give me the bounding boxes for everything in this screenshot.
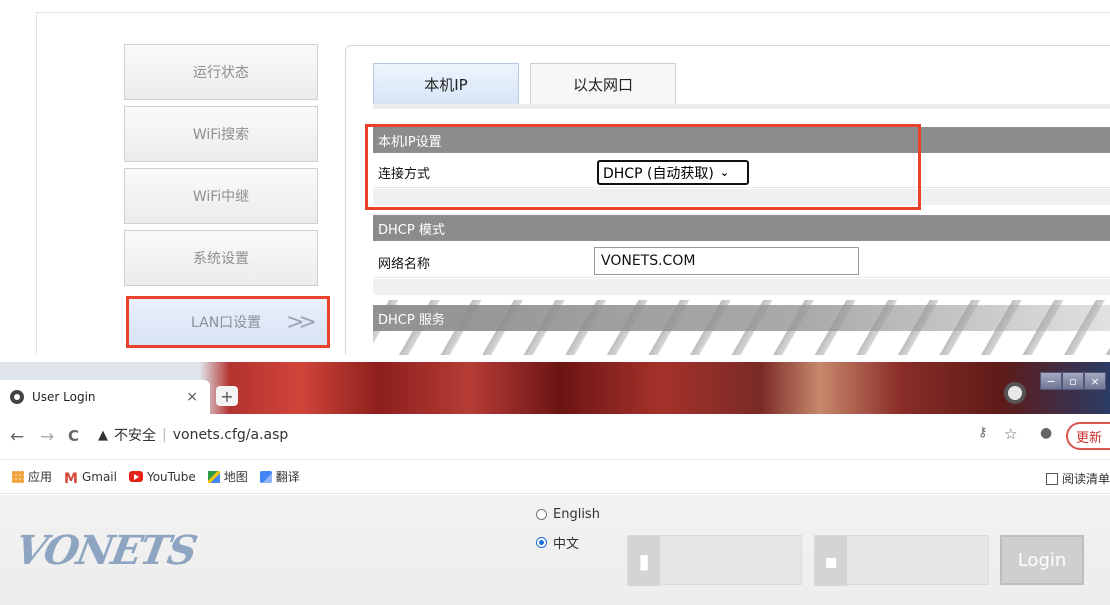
sidebar-item-label: WiFi中继 — [192, 189, 250, 205]
sidebar-item-lan-settings[interactable]: LAN口设置 >> — [126, 296, 330, 348]
new-tab-button[interactable]: + — [216, 386, 238, 406]
bookmark-maps[interactable]: 地图 — [207, 468, 248, 485]
apps-icon — [12, 470, 24, 483]
sidebar-item-system-settings[interactable]: 系统设置 — [124, 230, 318, 286]
input-value: VONETS.COM — [601, 253, 696, 269]
bookmark-apps[interactable]: 应用 — [12, 468, 52, 485]
section-header-dhcp-service: DHCP 服务 — [373, 305, 1110, 331]
login-button[interactable]: Login — [1000, 535, 1084, 585]
bookmark-label: YouTube — [146, 469, 196, 484]
minimize-button[interactable]: − — [1040, 372, 1062, 390]
bookmark-label: 地图 — [223, 470, 248, 484]
forward-button[interactable]: → — [40, 427, 54, 447]
login-page: VONETS English 中文 ▮ ▪ Login — [0, 495, 1110, 605]
window-controls: − ▫ × — [1040, 372, 1106, 390]
select-value: DHCP (自动获取) — [603, 165, 714, 182]
bookmark-gmail[interactable]: M Gmail — [64, 469, 117, 487]
row-spacer — [373, 189, 1110, 205]
update-button[interactable]: 更新 — [1066, 422, 1110, 450]
bookmark-translate[interactable]: 翻译 — [259, 468, 300, 485]
maps-icon — [207, 470, 220, 483]
browser-tab-user-login[interactable]: User Login × — [0, 380, 210, 414]
radio-checked-icon[interactable] — [536, 537, 547, 548]
reload-button[interactable]: C — [68, 427, 79, 445]
bookmarks-bar: 应用 M Gmail YouTube 地图 翻译 阅读清单 — [0, 460, 1110, 494]
bookmark-label: Gmail — [81, 469, 117, 484]
password-field[interactable]: ▪ — [814, 535, 989, 586]
reading-list-label: 阅读清单 — [1061, 472, 1110, 486]
youtube-icon — [128, 471, 143, 482]
tab-strip: User Login × + − ▫ × — [0, 362, 1110, 414]
maximize-button[interactable]: ▫ — [1062, 372, 1084, 390]
sidebar-item-label: WiFi搜索 — [192, 127, 250, 143]
url-text: vonets.cfg/a.asp — [172, 427, 289, 443]
close-window-button[interactable]: × — [1084, 372, 1106, 390]
sidebar-item-label: 系统设置 — [193, 251, 249, 267]
language-option-english[interactable]: English — [536, 507, 600, 522]
row-spacer — [373, 279, 1110, 295]
section-header-local-ip: 本机IP设置 — [373, 127, 1110, 153]
bookmark-label: 应用 — [28, 470, 53, 484]
section-header-dhcp-mode: DHCP 模式 — [373, 215, 1110, 241]
close-icon[interactable]: × — [186, 389, 198, 405]
browser-tab-title: User Login — [32, 390, 96, 404]
gmail-icon: M — [64, 470, 78, 487]
back-button[interactable]: ← — [10, 427, 24, 447]
bookmark-star-icon[interactable]: ☆ — [1004, 425, 1017, 443]
router-admin-panel: 运行状态 WiFi搜索 WiFi中继 系统设置 LAN口设置 >> 本机IP 以… — [0, 0, 1110, 355]
connection-mode-label: 连接方式 — [378, 167, 431, 182]
sidebar-item-wifi-search[interactable]: WiFi搜索 — [124, 106, 318, 162]
update-label: 更新 — [1076, 430, 1103, 446]
sidebar-item-label: 运行状态 — [193, 65, 249, 81]
tab-underline — [373, 104, 1110, 109]
address-separator: | — [162, 427, 167, 443]
connection-mode-select[interactable]: DHCP (自动获取) ⌄ — [597, 160, 749, 185]
network-name-label: 网络名称 — [378, 257, 431, 272]
sidebar-item-label: LAN口设置 — [191, 315, 262, 331]
tab-local-ip[interactable]: 本机IP — [373, 63, 519, 105]
tab-label: 本机IP — [424, 75, 468, 94]
browser-toolbar: ← → C ▲ 不安全 | vonets.cfg/a.asp ⚷ ☆ ● 更新 — [0, 414, 1110, 460]
bookmark-youtube[interactable]: YouTube — [128, 469, 196, 484]
double-chevron-right-icon: >> — [286, 309, 317, 335]
globe-icon — [10, 390, 24, 404]
bookmark-label: 翻译 — [275, 470, 300, 484]
network-name-input[interactable]: VONETS.COM — [594, 247, 859, 275]
account-icon[interactable]: ● — [1040, 425, 1052, 441]
insecure-label: 不安全 — [114, 428, 156, 444]
user-icon: ▮ — [628, 536, 660, 586]
vonets-logo: VONETS — [11, 527, 200, 574]
translate-icon — [259, 470, 272, 483]
chevron-down-icon: ⌄ — [719, 166, 730, 179]
username-field[interactable]: ▮ — [627, 535, 802, 586]
tab-ethernet-port[interactable]: 以太网口 — [530, 63, 676, 105]
sidebar-item-wifi-relay[interactable]: WiFi中继 — [124, 168, 318, 224]
profile-icon[interactable] — [1004, 382, 1026, 404]
sidebar-item-status[interactable]: 运行状态 — [124, 44, 318, 100]
reading-list[interactable]: 阅读清单 — [1045, 470, 1110, 487]
tab-label: 以太网口 — [572, 75, 633, 94]
lock-icon: ▪ — [815, 536, 847, 586]
warning-icon: ▲ — [98, 427, 108, 443]
address-bar[interactable]: ▲ 不安全 | vonets.cfg/a.asp — [98, 425, 288, 445]
language-label: 中文 — [553, 537, 580, 552]
password-key-icon[interactable]: ⚷ — [978, 425, 988, 440]
language-label: English — [553, 507, 600, 522]
radio-unchecked-icon[interactable] — [536, 509, 547, 520]
reading-list-icon — [1045, 472, 1058, 485]
screenshot-root: 运行状态 WiFi搜索 WiFi中继 系统设置 LAN口设置 >> 本机IP 以… — [0, 0, 1110, 605]
language-option-chinese[interactable]: 中文 — [536, 533, 579, 552]
browser-window: User Login × + − ▫ × ← → C ▲ 不安全 | vonet… — [0, 362, 1110, 605]
